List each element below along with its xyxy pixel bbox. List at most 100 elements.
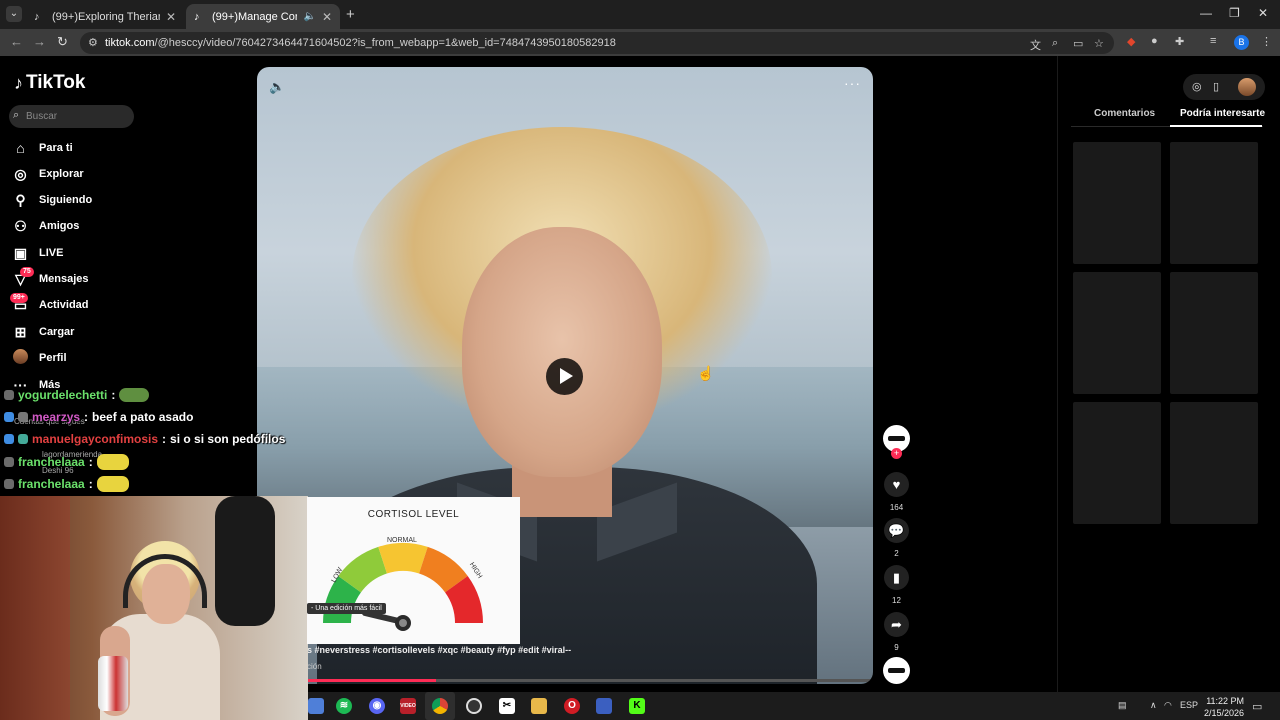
- comment-icon[interactable]: 💬: [884, 518, 909, 543]
- file-explorer-icon[interactable]: [531, 698, 547, 714]
- app-icon[interactable]: [308, 698, 324, 714]
- reload-button[interactable]: ↻: [57, 34, 68, 50]
- mobile-icon[interactable]: ▯: [1213, 80, 1219, 93]
- profile-avatar[interactable]: B: [1234, 35, 1249, 50]
- user-avatar[interactable]: [1238, 78, 1256, 96]
- chat-badge-icon: [18, 434, 28, 444]
- live-icon: ▣: [13, 244, 28, 261]
- chat-username: manuelgayconfimosis: [32, 432, 159, 446]
- nav-item-perfil[interactable]: Perfil: [12, 348, 67, 368]
- suggested-video-thumbnail[interactable]: [1170, 272, 1258, 394]
- clock-time: 11:22 PM: [1206, 696, 1245, 706]
- save-count: 12: [892, 596, 901, 605]
- like-heart-icon[interactable]: ♥: [884, 472, 909, 497]
- share-icon[interactable]: ➦: [884, 612, 909, 637]
- clock[interactable]: 11:22 PM 2/15/2026: [1204, 695, 1244, 719]
- minimize-button[interactable]: —: [1200, 6, 1212, 20]
- close-tab-icon[interactable]: ✕: [322, 10, 332, 24]
- chat-emote-icon: [119, 388, 150, 402]
- app-icon[interactable]: [596, 698, 612, 714]
- suggested-video-thumbnail[interactable]: [1073, 142, 1161, 264]
- tab-comentarios[interactable]: Comentarios: [1094, 108, 1155, 119]
- nav-item-amigos[interactable]: ⚇ Amigos: [12, 216, 79, 236]
- volume-icon[interactable]: 🔈: [269, 79, 285, 95]
- close-tab-icon[interactable]: ✕: [166, 10, 176, 24]
- extensions-puzzle-icon[interactable]: ✚: [1175, 35, 1184, 48]
- chat-badge-icon: [4, 434, 14, 444]
- compass-icon[interactable]: ◎: [1192, 80, 1202, 93]
- suggested-video-thumbnail[interactable]: [1073, 402, 1161, 524]
- nav-item-mensajes[interactable]: ▽ 75 Mensajes: [12, 266, 89, 289]
- cast-icon[interactable]: ▭: [1073, 37, 1083, 50]
- bookmark-icon[interactable]: ▮: [884, 565, 909, 590]
- new-tab-button[interactable]: +: [346, 6, 355, 23]
- wifi-icon[interactable]: ◠: [1164, 700, 1172, 711]
- suggested-video-thumbnail[interactable]: [1073, 272, 1161, 394]
- close-window-button[interactable]: ✕: [1258, 6, 1268, 20]
- nav-item-actividad[interactable]: ▭ 99+ Actividad: [10, 292, 89, 315]
- lang-indicator[interactable]: ESP: [1180, 700, 1198, 710]
- chrome-icon[interactable]: [432, 698, 448, 714]
- nav-item-para-ti[interactable]: ⌂ Para ti: [12, 138, 72, 158]
- windows-taskbar: ≋ ◉ VIDEO ✂ O K ▤ ∧ ◠ ESP 11:22 PM 2/15/…: [308, 692, 1280, 720]
- site-info-icon[interactable]: ⚙: [88, 36, 98, 49]
- activity-badge: 99+: [10, 292, 28, 303]
- friends-icon: ⚇: [14, 217, 27, 234]
- media-control-icon[interactable]: ≡: [1210, 35, 1216, 47]
- edit-tooltip: - Una edición más fácil: [307, 603, 386, 614]
- follow-plus-icon[interactable]: +: [891, 448, 902, 459]
- speaker-icon[interactable]: 🔈: [303, 11, 315, 22]
- suggested-video-thumbnail[interactable]: [1170, 142, 1258, 264]
- nav-label: Amigos: [39, 220, 80, 232]
- notification-icon[interactable]: ▭: [1252, 700, 1262, 713]
- nav-item-siguiendo[interactable]: ⚲ Siguiendo: [12, 190, 92, 210]
- activity-icon: ▭ 99+: [10, 292, 29, 314]
- gauge-pivot-inner: [399, 619, 407, 627]
- sound-disc-button[interactable]: [883, 657, 910, 684]
- tab-search-button[interactable]: ⌄: [6, 6, 22, 22]
- messages-icon: ▽ 75: [12, 266, 34, 288]
- kick-icon[interactable]: K: [629, 698, 645, 714]
- spotify-icon[interactable]: ≋: [336, 698, 352, 714]
- url-text: tiktok.com/@hesccy/video/760427346447160…: [105, 37, 616, 49]
- obs-icon[interactable]: [466, 698, 482, 714]
- zoom-icon[interactable]: ⌕: [1052, 37, 1058, 50]
- tab-title: (99+)Exploring Therian and Bro: [52, 10, 160, 23]
- comment-count: 2: [894, 549, 899, 558]
- forward-button[interactable]: →: [33, 34, 46, 49]
- cortisol-level-overlay: CORTISOL LEVEL LOW NORMAL HIGH - Una edi…: [307, 497, 520, 644]
- chat-emote-icon: [96, 476, 129, 492]
- capcut-icon[interactable]: ✂: [499, 698, 515, 714]
- play-button[interactable]: [546, 358, 583, 395]
- more-options-icon[interactable]: ···: [844, 75, 861, 91]
- hand-cursor-icon: ☝: [697, 365, 715, 381]
- chat-username: mearzys: [32, 410, 81, 424]
- browser-tab-2[interactable]: ♪ (99+)Manage Cortisol Level 🔈 ✕: [186, 4, 340, 29]
- video-editor-icon[interactable]: VIDEO: [400, 698, 416, 714]
- nav-item-explorar[interactable]: ◎ Explorar: [12, 164, 83, 184]
- back-button[interactable]: ←: [10, 34, 23, 49]
- search-input[interactable]: ⌕ Buscar: [9, 105, 134, 128]
- bookmark-star-icon[interactable]: ☆: [1094, 37, 1104, 50]
- chevron-up-icon[interactable]: ∧: [1150, 700, 1157, 711]
- keyboard-icon[interactable]: ▤: [1118, 700, 1127, 711]
- suggested-video-thumbnail[interactable]: [1170, 402, 1258, 524]
- address-bar[interactable]: ⚙ tiktok.com/@hesccy/video/7604273464471…: [80, 32, 1114, 54]
- browser-menu-icon[interactable]: ⋮: [1261, 35, 1272, 48]
- nav-item-cargar[interactable]: ⊞ Cargar: [12, 322, 75, 342]
- discord-icon[interactable]: ◉: [369, 698, 385, 714]
- search-icon: ⌕: [13, 109, 20, 121]
- nav-item-live[interactable]: ▣ LIVE: [12, 243, 64, 263]
- translate-icon[interactable]: 文: [1030, 37, 1041, 53]
- browser-tab-1[interactable]: ♪ (99+)Exploring Therian and Bro ✕: [26, 4, 184, 29]
- extension-icon[interactable]: ◆: [1127, 35, 1135, 48]
- restore-button[interactable]: ❐: [1229, 6, 1240, 20]
- nav-label: Cargar: [39, 326, 75, 338]
- tab-podria-interesarte[interactable]: Podría interesarte: [1180, 108, 1265, 119]
- extension-icon[interactable]: ●: [1151, 35, 1158, 47]
- tab-title: (99+)Manage Cortisol Level: [212, 10, 298, 23]
- share-count: 9: [894, 643, 899, 652]
- tiktok-logo[interactable]: ♪ TikTok: [14, 72, 85, 94]
- opera-icon[interactable]: O: [564, 698, 580, 714]
- webcam-can: [98, 656, 128, 711]
